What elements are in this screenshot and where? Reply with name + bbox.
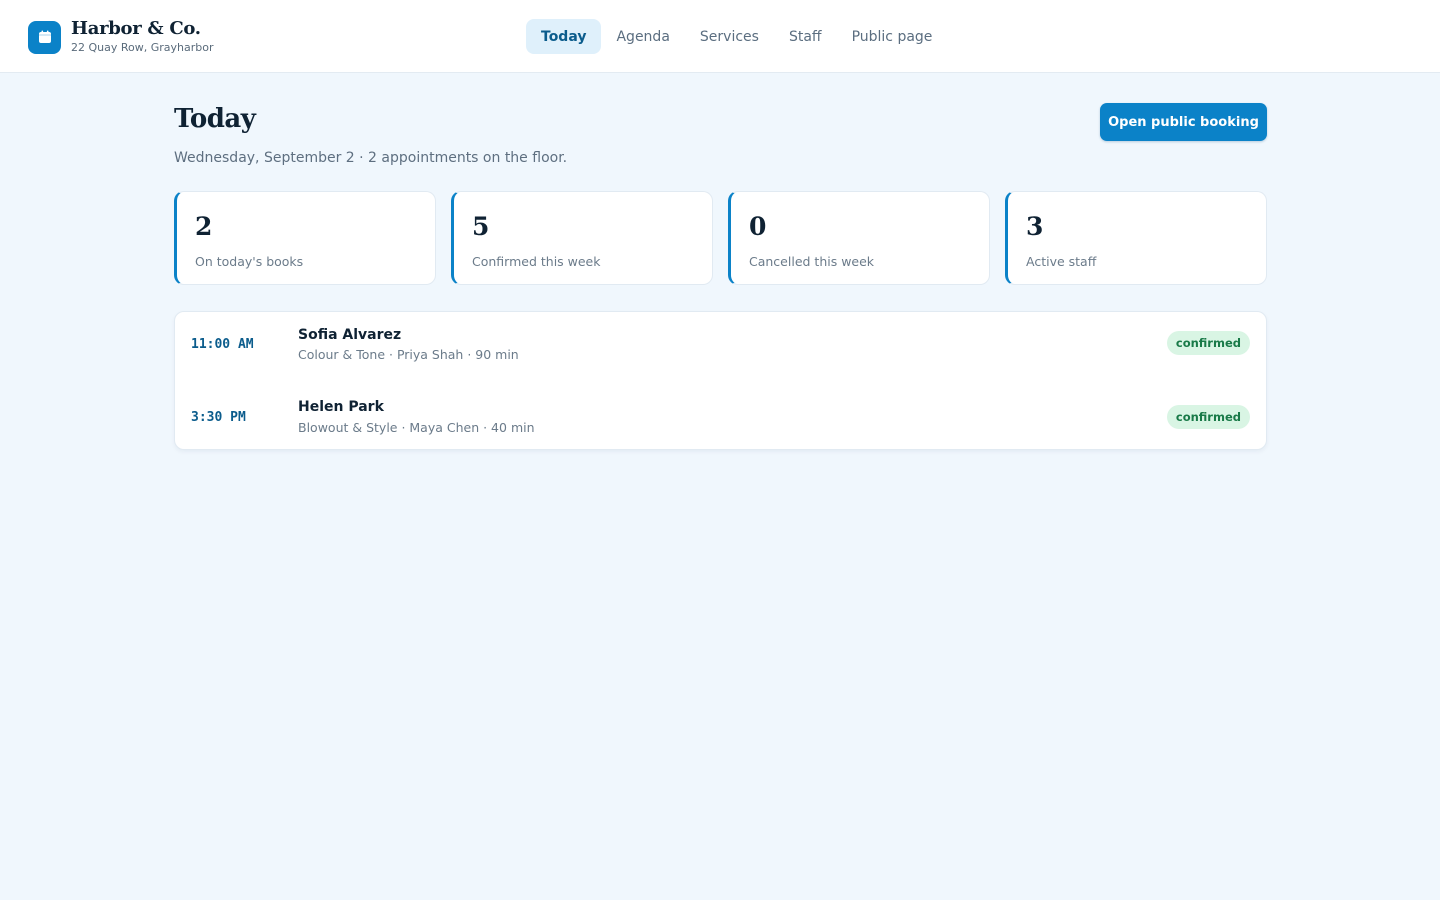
appointment-list: 11:00 AM Sofia Alvarez Colour & Tone · P… xyxy=(174,311,1267,450)
appointment-details: Colour & Tone · Priya Shah · 90 min xyxy=(298,347,519,362)
appointment-time: 3:30 PM xyxy=(191,410,246,425)
stat-value: 0 xyxy=(749,212,767,241)
nav-staff[interactable]: Staff xyxy=(774,19,837,54)
brand-name: Harbor & Co. xyxy=(71,18,201,39)
main-nav: Today Agenda Services Staff Public page xyxy=(526,19,947,54)
page-subtitle: Wednesday, September 2 · 2 appointments … xyxy=(174,150,568,166)
stat-card-cancelled: 0 Cancelled this week xyxy=(728,191,990,285)
nav-today[interactable]: Today xyxy=(526,19,602,54)
status-badge: confirmed xyxy=(1166,331,1250,355)
appointment-row[interactable]: 11:00 AM Sofia Alvarez Colour & Tone · P… xyxy=(175,312,1266,372)
stats-row: 2 On today's books 5 Confirmed this week… xyxy=(174,191,1267,285)
stat-label: On today's books xyxy=(195,254,304,269)
stat-label: Active staff xyxy=(1026,254,1097,269)
appointment-client: Sofia Alvarez xyxy=(298,327,402,343)
stat-card-staff: 3 Active staff xyxy=(1005,191,1267,285)
brand-text: Harbor & Co. 22 Quay Row, Grayharbor xyxy=(71,19,214,55)
calendar-icon xyxy=(28,20,61,54)
appointment-row[interactable]: 3:30 PM Helen Park Blowout & Style · May… xyxy=(175,385,1266,445)
stat-value: 5 xyxy=(472,212,490,241)
appointment-details: Blowout & Style · Maya Chen · 40 min xyxy=(298,420,535,435)
appointment-time: 11:00 AM xyxy=(191,337,254,352)
appointment-client: Helen Park xyxy=(298,399,384,415)
stat-value: 3 xyxy=(1026,212,1044,241)
open-public-booking-button[interactable]: Open public booking xyxy=(1100,103,1267,141)
top-bar: Harbor & Co. 22 Quay Row, Grayharbor Tod… xyxy=(0,0,1440,73)
nav-services[interactable]: Services xyxy=(685,19,774,54)
stat-card-confirmed: 5 Confirmed this week xyxy=(451,191,713,285)
brand-address: 22 Quay Row, Grayharbor xyxy=(71,41,214,54)
stat-card-today: 2 On today's books xyxy=(174,191,436,285)
stat-label: Confirmed this week xyxy=(472,254,601,269)
nav-public-page[interactable]: Public page xyxy=(837,19,948,54)
stat-value: 2 xyxy=(195,212,213,241)
status-badge: confirmed xyxy=(1166,405,1250,429)
brand[interactable]: Harbor & Co. 22 Quay Row, Grayharbor xyxy=(28,19,214,55)
stat-label: Cancelled this week xyxy=(749,254,875,269)
nav-agenda[interactable]: Agenda xyxy=(601,19,684,54)
page-title: Today xyxy=(174,104,256,134)
